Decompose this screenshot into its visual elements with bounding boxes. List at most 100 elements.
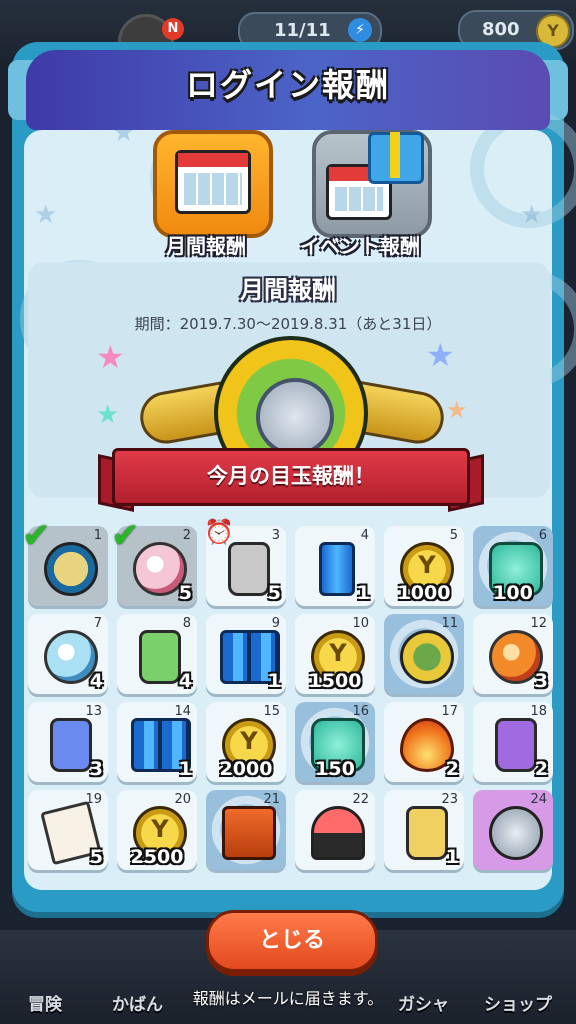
reward-day-3[interactable]: 3 5 ⏰	[204, 518, 286, 606]
day-number: 4	[360, 528, 369, 543]
day-number: 2	[182, 528, 191, 543]
day-number: 9	[271, 616, 280, 631]
reward-day-5[interactable]: 5 1000	[384, 526, 464, 606]
reward-day-17[interactable]: 17 2	[384, 702, 464, 782]
day-number: 24	[530, 792, 547, 807]
day-number: 5	[449, 528, 458, 543]
orange-star-icon: ★	[446, 396, 468, 424]
reward-day-24[interactable]: 24	[473, 790, 553, 870]
reward-quantity: 2	[445, 758, 459, 780]
reward-quantity: 4	[178, 670, 192, 692]
notification-badge: N	[162, 18, 184, 40]
reward-day-9[interactable]: 91	[206, 614, 286, 694]
day-number: 11	[441, 616, 458, 631]
silver-coin-icon	[256, 378, 334, 456]
c-bottle-icon	[50, 718, 92, 772]
claimed-check-icon: ✔	[111, 516, 140, 556]
calendar-icon	[175, 150, 251, 214]
d-bottle-icon	[139, 630, 181, 684]
day-number: 23	[441, 792, 458, 807]
star-coin-icon	[44, 542, 98, 596]
tab-event-label: イベント報酬	[300, 234, 420, 258]
reward-quantity: 1000	[397, 582, 451, 604]
day-number: 12	[530, 616, 547, 631]
tab-monthly-reward[interactable]	[153, 130, 273, 238]
teal-star-icon: ★	[96, 400, 120, 430]
reward-day-21[interactable]: 21	[206, 790, 286, 870]
reward-quantity: 3	[89, 758, 103, 780]
alarm-clock-icon: ⏰	[204, 518, 234, 546]
a-bottle-icon	[406, 806, 448, 860]
reward-quantity: 1	[267, 670, 281, 692]
tab-monthly-label: 月間報酬	[166, 234, 246, 258]
reward-day-22[interactable]: 22	[295, 790, 375, 870]
featured-banner-text: 今月の目玉報酬！	[207, 464, 375, 488]
reward-period: 期間：2019.7.30〜2019.8.31（あと31日）	[134, 315, 442, 333]
lightning-icon: ⚡	[348, 18, 372, 42]
reward-quantity: 1	[356, 582, 370, 604]
gacha-machine-icon	[311, 806, 365, 860]
reward-quantity: 100	[493, 582, 533, 604]
crest-coin-icon	[400, 630, 454, 684]
reward-quantity: 1	[445, 846, 459, 868]
reward-day-15[interactable]: 15 2000	[206, 702, 286, 782]
mail-notice: 報酬はメールに届きます。	[192, 989, 384, 1008]
dialog-title: ログイン報酬	[185, 66, 390, 104]
day-number: 1	[93, 528, 102, 543]
day-number: 6	[538, 528, 547, 543]
reward-quantity: 1500	[308, 670, 362, 692]
battery-icon	[319, 542, 355, 596]
reward-quantity: 150	[315, 758, 355, 780]
day-number: 13	[85, 704, 102, 719]
claimed-check-icon: ✔	[22, 516, 51, 556]
reward-day-6[interactable]: 6 100	[473, 526, 553, 606]
day-number: 20	[174, 792, 191, 807]
reward-day-19[interactable]: 19 5	[28, 790, 108, 870]
day-number: 7	[93, 616, 102, 631]
reward-quantity: 5	[267, 582, 281, 604]
reward-day-8[interactable]: 84	[117, 614, 197, 694]
day-number: 22	[352, 792, 369, 807]
e-bottle-icon	[228, 542, 270, 596]
gift-box-icon	[368, 132, 424, 184]
reward-day-10[interactable]: 10 1500	[295, 614, 375, 694]
stamina-value: 11/11	[274, 20, 331, 41]
day-number: 21	[263, 792, 280, 807]
reward-day-13[interactable]: 13 3	[28, 702, 108, 782]
reward-day-18[interactable]: 18 2	[473, 702, 553, 782]
money-value: 800	[482, 19, 520, 40]
reward-quantity: 2	[534, 758, 548, 780]
reward-day-11[interactable]: 11	[384, 614, 464, 694]
silver-coin-icon	[489, 806, 543, 860]
reward-quantity: 3	[534, 670, 548, 692]
day-number: 16	[352, 704, 369, 719]
day-number: 18	[530, 704, 547, 719]
pink-star-icon: ★	[96, 338, 125, 376]
reward-day-4[interactable]: 41	[295, 526, 375, 606]
day-number: 14	[174, 704, 191, 719]
reward-day-14[interactable]: 14 1	[117, 702, 197, 782]
reward-quantity: 5	[178, 582, 192, 604]
blue-star-icon: ★	[426, 336, 455, 374]
day-number: 15	[263, 704, 280, 719]
reward-quantity: 1	[178, 758, 192, 780]
reward-quantity: 4	[89, 670, 103, 692]
reward-day-16[interactable]: 16 150	[295, 702, 375, 782]
close-button[interactable]: とじる	[206, 910, 378, 972]
reward-day-23[interactable]: 23 1	[384, 790, 464, 870]
reward-day-20[interactable]: 20 2500	[117, 790, 197, 870]
reward-day-7[interactable]: 74	[28, 614, 108, 694]
reward-day-12[interactable]: 12 3	[473, 614, 553, 694]
tab-event-reward[interactable]	[312, 130, 432, 238]
day-number: 10	[352, 616, 369, 631]
reward-quantity: 2500	[130, 846, 184, 868]
reward-quantity: 2000	[219, 758, 273, 780]
day-number: 8	[182, 616, 191, 631]
star-decoration: ★	[34, 200, 58, 230]
reward-day-1[interactable]: 1 ✔	[22, 516, 108, 606]
section-title: 月間報酬	[240, 276, 336, 304]
treasure-box-icon	[222, 806, 276, 860]
reward-day-2[interactable]: 2 5 ✔	[111, 516, 197, 606]
b-bottle-icon	[495, 718, 537, 772]
star-decoration: ★	[520, 200, 544, 230]
